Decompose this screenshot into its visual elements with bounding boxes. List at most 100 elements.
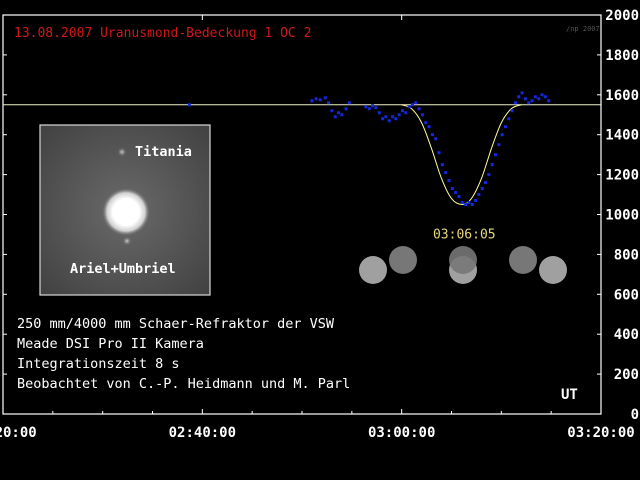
schematic-disk (389, 246, 417, 274)
data-point (424, 121, 428, 125)
data-point (527, 101, 531, 105)
data-point (187, 103, 191, 107)
data-point (507, 117, 511, 121)
data-point (523, 97, 527, 101)
data-point (500, 133, 504, 137)
data-point (344, 107, 348, 111)
data-point (513, 101, 517, 105)
data-point (384, 115, 388, 119)
data-point (533, 95, 537, 99)
data-point (347, 101, 351, 105)
data-point (480, 187, 484, 191)
data-point (397, 113, 401, 117)
ariel-umbriel-dot (122, 236, 132, 246)
data-point (327, 101, 331, 105)
annotation-line: Meade DSI Pro II Kamera (17, 336, 204, 352)
data-point (391, 115, 395, 119)
data-point (323, 96, 327, 100)
data-point (417, 107, 421, 111)
data-point (503, 125, 507, 129)
data-point (467, 201, 471, 205)
annotation-line: Beobachtet von C.-P. Heidmann und M. Par… (17, 376, 350, 392)
x-axis-unit-label: UT (561, 387, 578, 403)
data-point (377, 111, 381, 115)
data-point (437, 151, 441, 155)
data-point (400, 109, 404, 113)
schematic-disk (539, 256, 567, 284)
data-point (547, 99, 551, 103)
data-point (394, 117, 398, 121)
chart-title: 13.08.2007 Uranusmond-Bedeckung 1 OC 2 (14, 26, 311, 41)
data-point (484, 181, 488, 185)
data-point (404, 111, 408, 115)
occultation-chart: 0 200 400 600 800 1000 1200 1400 1600 1800 2000 02… (0, 0, 640, 480)
data-point (457, 195, 461, 199)
data-point (464, 203, 468, 207)
data-point (430, 133, 434, 137)
data-point (520, 91, 524, 95)
y-tick-label: 800 (614, 247, 639, 263)
data-point (447, 179, 451, 183)
y-tick-label: 1000 (605, 208, 639, 224)
data-point (410, 103, 414, 107)
data-point (450, 187, 454, 191)
data-point (543, 95, 547, 99)
data-point (494, 153, 498, 157)
y-tick-label: 400 (614, 327, 639, 343)
data-point (337, 111, 341, 115)
data-point (497, 143, 501, 147)
data-point (474, 199, 478, 203)
data-point (318, 98, 322, 102)
schematic-disk (359, 256, 387, 284)
data-point (537, 97, 541, 101)
x-tick-label: 02:40:00 (169, 425, 236, 441)
data-point (440, 163, 444, 167)
data-point (367, 107, 371, 111)
annotation-line: 250 mm/4000 mm Schaer-Refraktor der VSW (17, 316, 335, 332)
y-tick-label: 200 (614, 367, 639, 383)
ariel-umbriel-label: Ariel+Umbriel (70, 261, 176, 277)
schematic-disk (449, 246, 477, 274)
data-point (517, 95, 521, 99)
y-tick-label: 1600 (605, 88, 639, 104)
y-tick-label: 1800 (605, 48, 639, 64)
x-tick-label: 03:00:00 (368, 425, 435, 441)
credit-text: /np 2007 (566, 25, 600, 33)
data-point (540, 93, 544, 97)
y-tick-label: 0 (631, 407, 639, 423)
data-point (420, 113, 424, 117)
data-point (460, 201, 464, 205)
data-point (490, 163, 494, 167)
x-tick-label: 03:20:00 (567, 425, 634, 441)
y-tick-label: 1400 (605, 128, 639, 144)
data-point (371, 104, 375, 108)
data-point (310, 99, 314, 103)
schematic-disk (509, 246, 537, 274)
data-point (530, 99, 534, 103)
data-point (510, 109, 514, 113)
data-point (477, 193, 481, 197)
uranus-disk (102, 188, 150, 236)
data-point (340, 113, 344, 117)
data-point (454, 191, 458, 195)
data-point (434, 137, 438, 141)
data-point (470, 203, 474, 207)
y-tick-label: 600 (614, 287, 639, 303)
titania-dot (117, 147, 127, 157)
titania-label: Titania (135, 144, 192, 160)
data-point (381, 117, 385, 121)
data-point (314, 97, 318, 101)
minimum-time-label: 03:06:05 (433, 228, 496, 243)
data-point (387, 119, 391, 123)
data-point (374, 106, 378, 110)
y-tick-label: 1200 (605, 168, 639, 184)
x-tick-label: 02:20:00 (0, 425, 37, 441)
data-point (487, 173, 491, 177)
data-point (414, 101, 418, 105)
data-point (444, 171, 448, 175)
uranus-inset-image: Titania Ariel+Umbriel (39, 124, 211, 296)
data-point (407, 105, 411, 109)
data-point (330, 109, 334, 113)
annotation-line: Integrationszeit 8 s (17, 356, 180, 372)
data-point (364, 105, 368, 109)
